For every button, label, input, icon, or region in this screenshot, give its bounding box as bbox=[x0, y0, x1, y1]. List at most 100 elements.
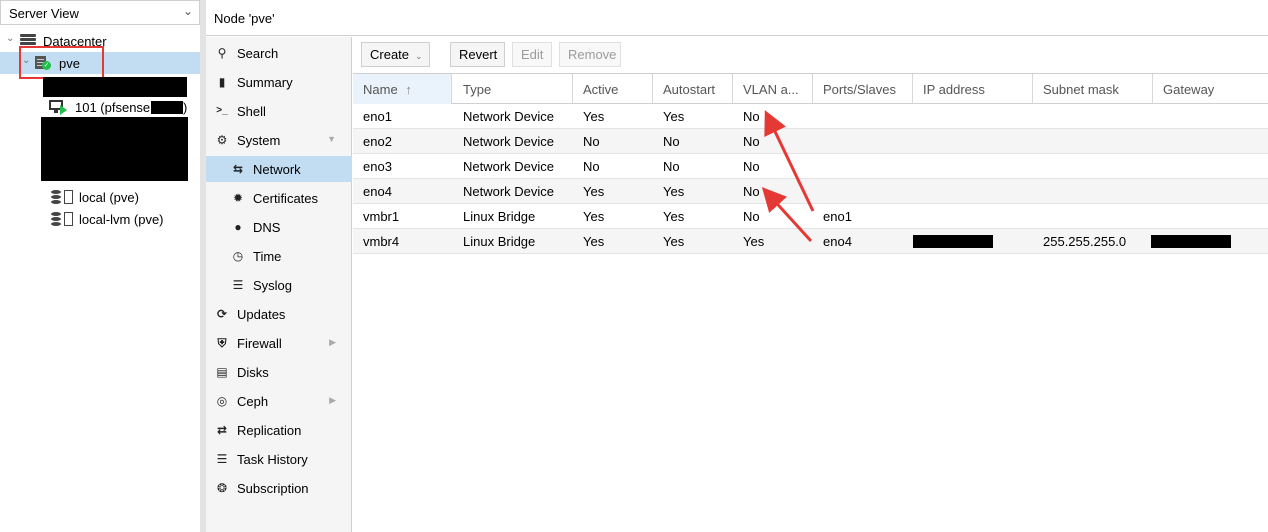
nav-item-dns[interactable]: ● DNS bbox=[206, 214, 352, 240]
cell-name: eno4 bbox=[363, 184, 392, 199]
certificate-icon: ✹ bbox=[232, 191, 244, 205]
tree-item-storage-local-lvm[interactable]: local-lvm (pve) bbox=[0, 208, 200, 230]
book-icon: ▮ bbox=[218, 75, 226, 89]
cell-ports-slaves: eno4 bbox=[823, 234, 852, 249]
table-row[interactable]: vmbr4 Linux Bridge Yes Yes Yes eno4 255.255.25… bbox=[353, 229, 1268, 254]
search-icon: ⚲ bbox=[217, 46, 227, 60]
nav-item-search[interactable]: ⚲ Search bbox=[206, 40, 352, 66]
cell-vlan-aware: No bbox=[743, 134, 760, 149]
nav-item-time[interactable]: ◷ Time bbox=[206, 243, 352, 269]
hdd-icon: ▤ bbox=[216, 365, 228, 379]
resource-tree: Server View ⌄ ⌄ Datacenter ⌄ ✓ pve 101 (… bbox=[0, 0, 200, 532]
cell-autostart: Yes bbox=[663, 109, 685, 124]
nav-item-label: Task History bbox=[237, 452, 308, 467]
cell-autostart: No bbox=[663, 134, 680, 149]
cell-vlan-aware: No bbox=[743, 184, 760, 199]
nav-item-system[interactable]: ⚙ System ▼ bbox=[206, 127, 352, 153]
node-nav-menu: ⚲ Search ▮ Summary >_ Shell ⚙ System ▼ ⇆… bbox=[206, 37, 352, 532]
column-header-ports-slaves[interactable]: Ports/Slaves bbox=[813, 74, 913, 104]
globe-icon: ● bbox=[234, 220, 242, 234]
cell-active: No bbox=[583, 134, 600, 149]
tree-item-storage-local[interactable]: local (pve) bbox=[0, 186, 200, 208]
nav-item-label: Shell bbox=[237, 104, 266, 119]
table-row[interactable]: eno3 Network Device No No No bbox=[353, 154, 1268, 179]
cell-type: Network Device bbox=[463, 109, 555, 124]
cell-name: eno1 bbox=[363, 109, 392, 124]
list-alt-icon: ☰ bbox=[216, 452, 228, 466]
cell-ports-slaves: eno1 bbox=[823, 209, 852, 224]
cell-active: Yes bbox=[583, 109, 605, 124]
table-row[interactable]: vmbr1 Linux Bridge Yes Yes No eno1 bbox=[353, 204, 1268, 229]
column-header-label: Name bbox=[363, 82, 398, 97]
column-header-autostart[interactable]: Autostart bbox=[653, 74, 733, 104]
nav-item-shell[interactable]: >_ Shell bbox=[206, 98, 352, 124]
nav-item-label: DNS bbox=[253, 220, 281, 235]
cell-active: Yes bbox=[583, 184, 605, 199]
cell-vlan-aware: No bbox=[743, 209, 760, 224]
redacted-block bbox=[41, 117, 188, 181]
storage-icon bbox=[51, 212, 77, 227]
nav-item-disks[interactable]: ▤ Disks bbox=[206, 359, 352, 385]
nav-item-subscription[interactable]: ❂ Subscription bbox=[206, 475, 352, 501]
cell-type: Network Device bbox=[463, 159, 555, 174]
column-header-name[interactable]: Name ↑ bbox=[353, 74, 452, 104]
tree-item-vm-101[interactable]: 101 (pfsense ) bbox=[0, 96, 200, 118]
cell-name: vmbr4 bbox=[363, 234, 400, 249]
create-button-label: Create bbox=[370, 47, 410, 62]
column-header-ip-address[interactable]: IP address bbox=[913, 74, 1033, 104]
nav-item-summary[interactable]: ▮ Summary bbox=[206, 69, 352, 95]
network-panel: Create ⌄ Revert Edit Remove Name ↑ Type A… bbox=[353, 37, 1268, 532]
nav-item-replication[interactable]: ⇄ Replication bbox=[206, 417, 352, 443]
cell-vlan-aware: No bbox=[743, 109, 760, 124]
cell-subnet-mask: 255.255.255.0 bbox=[1043, 234, 1127, 249]
table-row[interactable]: eno2 Network Device No No No bbox=[353, 129, 1268, 154]
cell-type: Network Device bbox=[463, 134, 555, 149]
nav-item-certificates[interactable]: ✹ Certificates bbox=[206, 185, 352, 211]
retweet-icon: ⇄ bbox=[216, 423, 228, 437]
collapse-icon[interactable]: ⌄ bbox=[6, 33, 14, 44]
tree-item-label: local-lvm (pve) bbox=[79, 212, 164, 227]
expand-arrow-icon[interactable]: ▶ bbox=[329, 337, 336, 348]
edit-button[interactable]: Edit bbox=[512, 42, 552, 67]
nav-item-ceph[interactable]: ◎ Ceph ▶ bbox=[206, 388, 352, 414]
nav-item-label: Ceph bbox=[237, 394, 269, 409]
nav-item-label: Certificates bbox=[253, 191, 319, 206]
column-header-gateway[interactable]: Gateway bbox=[1153, 74, 1268, 104]
nav-item-label: Network bbox=[253, 162, 301, 177]
nav-item-label: System bbox=[237, 133, 281, 148]
table-row[interactable]: eno1 Network Device Yes Yes No bbox=[353, 104, 1268, 129]
collapse-arrow-icon[interactable]: ▼ bbox=[327, 134, 336, 144]
page-title: Node 'pve' bbox=[214, 11, 275, 26]
sort-ascending-icon: ↑ bbox=[405, 82, 412, 97]
nav-item-updates[interactable]: ⟳ Updates bbox=[206, 301, 352, 327]
grid-header: Name ↑ Type Active Autostart VLAN a... P… bbox=[353, 73, 1268, 104]
nav-item-label: Updates bbox=[237, 307, 286, 322]
column-header-vlan-aware[interactable]: VLAN a... bbox=[733, 74, 813, 104]
revert-button[interactable]: Revert bbox=[450, 42, 505, 67]
nav-item-network[interactable]: ⇆ Network bbox=[206, 156, 352, 182]
nav-item-syslog[interactable]: ☰ Syslog bbox=[206, 272, 352, 298]
nav-item-label: Time bbox=[253, 249, 282, 264]
column-header-active[interactable]: Active bbox=[573, 74, 653, 104]
chevron-down-icon: ⌄ bbox=[182, 4, 193, 18]
view-selector-value: Server View bbox=[9, 6, 79, 21]
redacted-block bbox=[43, 77, 187, 97]
redacted-text bbox=[151, 101, 183, 114]
column-header-type[interactable]: Type bbox=[453, 74, 573, 104]
nav-item-firewall[interactable]: ⛨ Firewall ▶ bbox=[206, 330, 352, 356]
vm-running-icon bbox=[49, 100, 67, 115]
view-selector[interactable]: Server View ⌄ bbox=[0, 0, 200, 25]
remove-button[interactable]: Remove bbox=[559, 42, 621, 67]
table-row[interactable]: eno4 Network Device Yes Yes No bbox=[353, 179, 1268, 204]
ceph-icon: ◎ bbox=[216, 394, 228, 408]
nav-item-task-history[interactable]: ☰ Task History bbox=[206, 446, 352, 472]
shield-icon: ⛨ bbox=[217, 336, 227, 350]
expand-arrow-icon[interactable]: ▶ bbox=[329, 395, 336, 406]
create-button[interactable]: Create ⌄ bbox=[361, 42, 430, 67]
cell-autostart: Yes bbox=[663, 209, 685, 224]
column-header-subnet-mask[interactable]: Subnet mask bbox=[1033, 74, 1153, 104]
terminal-icon: >_ bbox=[216, 105, 228, 116]
cell-autostart: Yes bbox=[663, 234, 685, 249]
proxmox-window: Server View ⌄ ⌄ Datacenter ⌄ ✓ pve 101 (… bbox=[0, 0, 1268, 532]
cell-type: Linux Bridge bbox=[463, 209, 536, 224]
